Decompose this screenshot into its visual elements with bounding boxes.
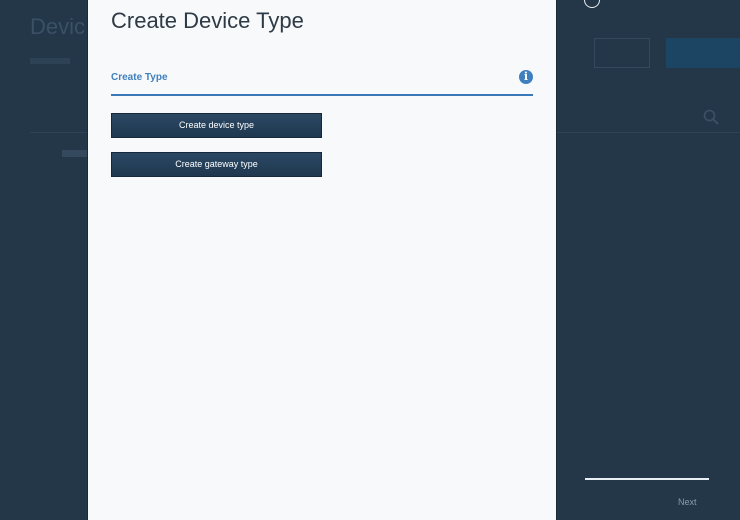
modal-title: Create Device Type [111,8,304,33]
create-type-section-header: Create Type i [111,68,533,96]
background-secondary-button [594,38,650,68]
next-button[interactable]: Next [678,497,697,507]
background-breadcrumb [30,58,70,64]
background-list-item [62,150,88,157]
create-gateway-type-button[interactable]: Create gateway type [111,152,322,177]
background-primary-button [666,38,740,68]
wizard-progress-line [585,478,709,480]
section-label: Create Type [111,72,168,83]
info-icon[interactable]: i [519,70,533,84]
background-search-icon [703,109,719,125]
create-device-type-modal: Create Device Type Create Type i Create … [88,0,556,520]
create-device-type-button[interactable]: Create device type [111,113,322,138]
background-page-title: Devic [30,14,86,39]
